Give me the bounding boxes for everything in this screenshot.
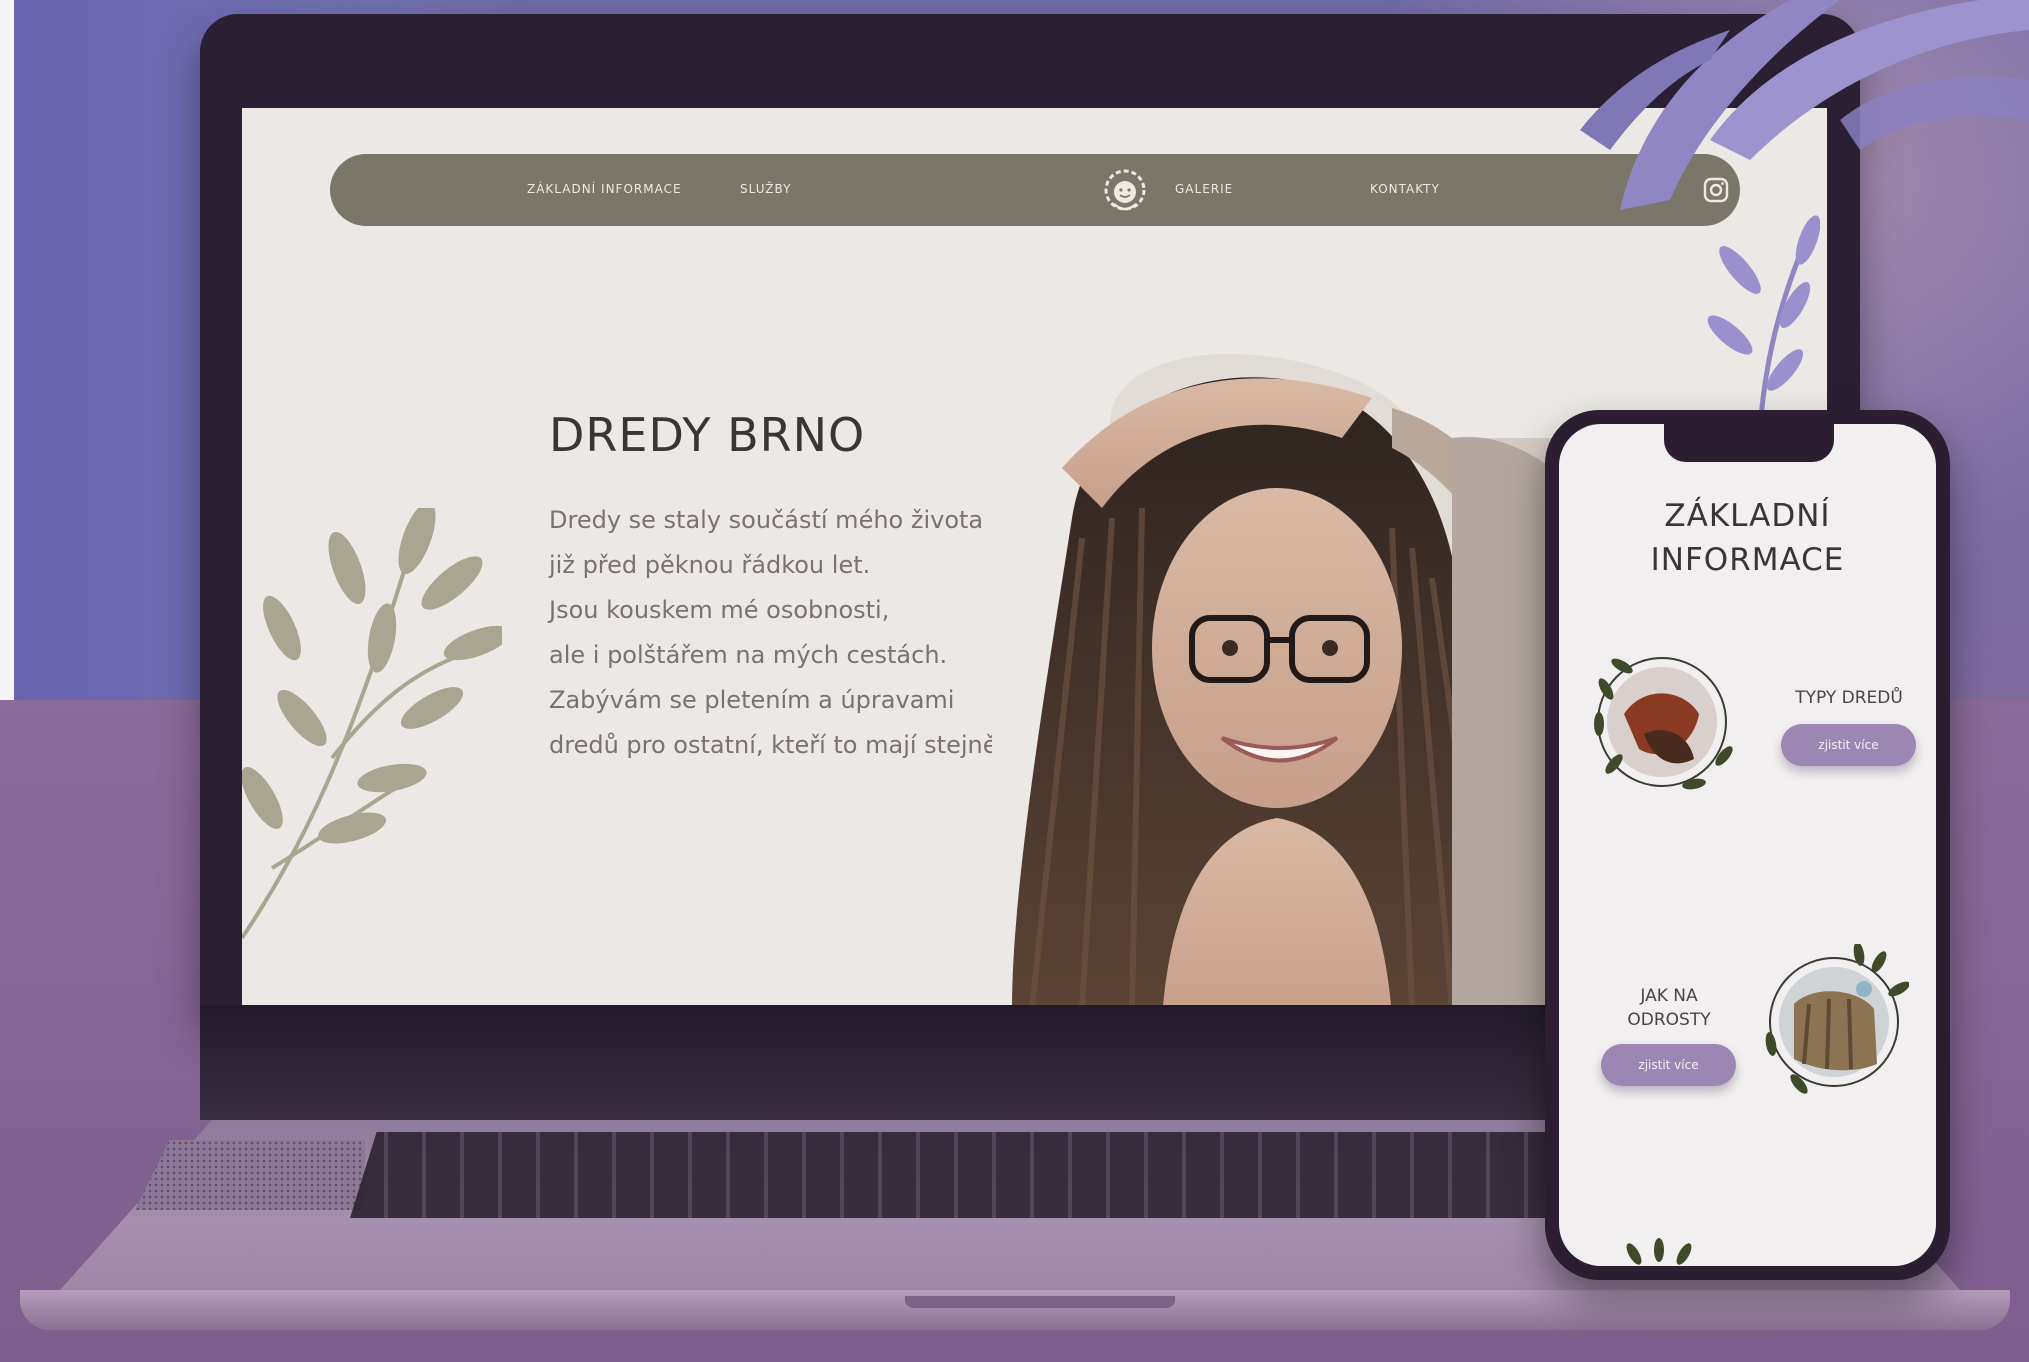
regrowth-thumbnail <box>1765 944 1909 1094</box>
nav-link-gallery[interactable]: GALERIE <box>1175 182 1233 196</box>
hero-text-line: dredů pro ostatní, kteří to mají stejně. <box>549 731 1006 759</box>
nav-link-basic-info[interactable]: ZÁKLADNÍ INFORMACE <box>527 182 682 196</box>
learn-more-button-regrowth[interactable]: zjistit více <box>1601 1044 1736 1086</box>
hero-text-line: Jsou kouskem mé osobnosti, <box>549 596 890 624</box>
smartphone-mockup: ZÁKLADNÍ INFORMACE TYPY DREDŮ zjistit ví… <box>1545 410 1950 1280</box>
laptop-notch <box>905 1296 1175 1308</box>
lavender-sprig-decoration-icon <box>1707 215 1820 430</box>
nav-link-services[interactable]: SLUŽBY <box>740 182 791 196</box>
leaf-branch-decoration-icon <box>242 508 502 940</box>
hero-text-line: ale i polštářem na mých cestách. <box>549 641 948 669</box>
hero-title: DREDY BRNO <box>549 408 866 462</box>
hero-text-line: Dredy se staly součástí mého života <box>549 506 984 534</box>
laptop-keyboard <box>350 1132 1680 1218</box>
card-label-line: TYPY DREDŮ <box>1795 688 1903 708</box>
nav-link-contacts[interactable]: KONTAKTY <box>1370 182 1440 196</box>
dreadlock-types-thumbnail <box>1594 657 1733 790</box>
phone-screen: ZÁKLADNÍ INFORMACE TYPY DREDŮ zjistit ví… <box>1559 424 1936 1266</box>
phone-title-line: ZÁKLADNÍ <box>1664 498 1831 534</box>
card-label-dread-types: TYPY DREDŮ <box>1774 686 1924 710</box>
card-label-line: ODROSTY <box>1627 1010 1711 1030</box>
leaf-decoration-icon <box>1626 1238 1692 1265</box>
learn-more-button-types[interactable]: zjistit více <box>1781 724 1916 766</box>
card-label-regrowth: JAK NA ODROSTY <box>1589 984 1749 1032</box>
hero-text-line: Zabývám se pletením a úpravami <box>549 686 955 714</box>
phone-section-title: ZÁKLADNÍ INFORMACE <box>1559 494 1936 582</box>
main-nav-bar: ZÁKLADNÍ INFORMACE SLUŽBY GALERIE KONTAK… <box>330 154 1740 226</box>
dreadlocks-face-logo-icon[interactable] <box>1100 164 1150 216</box>
phone-notch <box>1664 424 1834 462</box>
hero-text-line: již před pěknou řádkou let. <box>549 551 871 579</box>
hero-description: Dredy se staly součástí mého života již … <box>549 498 1049 768</box>
card-label-line: JAK NA <box>1640 986 1698 1006</box>
plant-leaves-decoration-icon <box>1580 0 2029 210</box>
speaker-grill-left <box>135 1140 365 1210</box>
phone-title-line: INFORMACE <box>1650 542 1845 578</box>
